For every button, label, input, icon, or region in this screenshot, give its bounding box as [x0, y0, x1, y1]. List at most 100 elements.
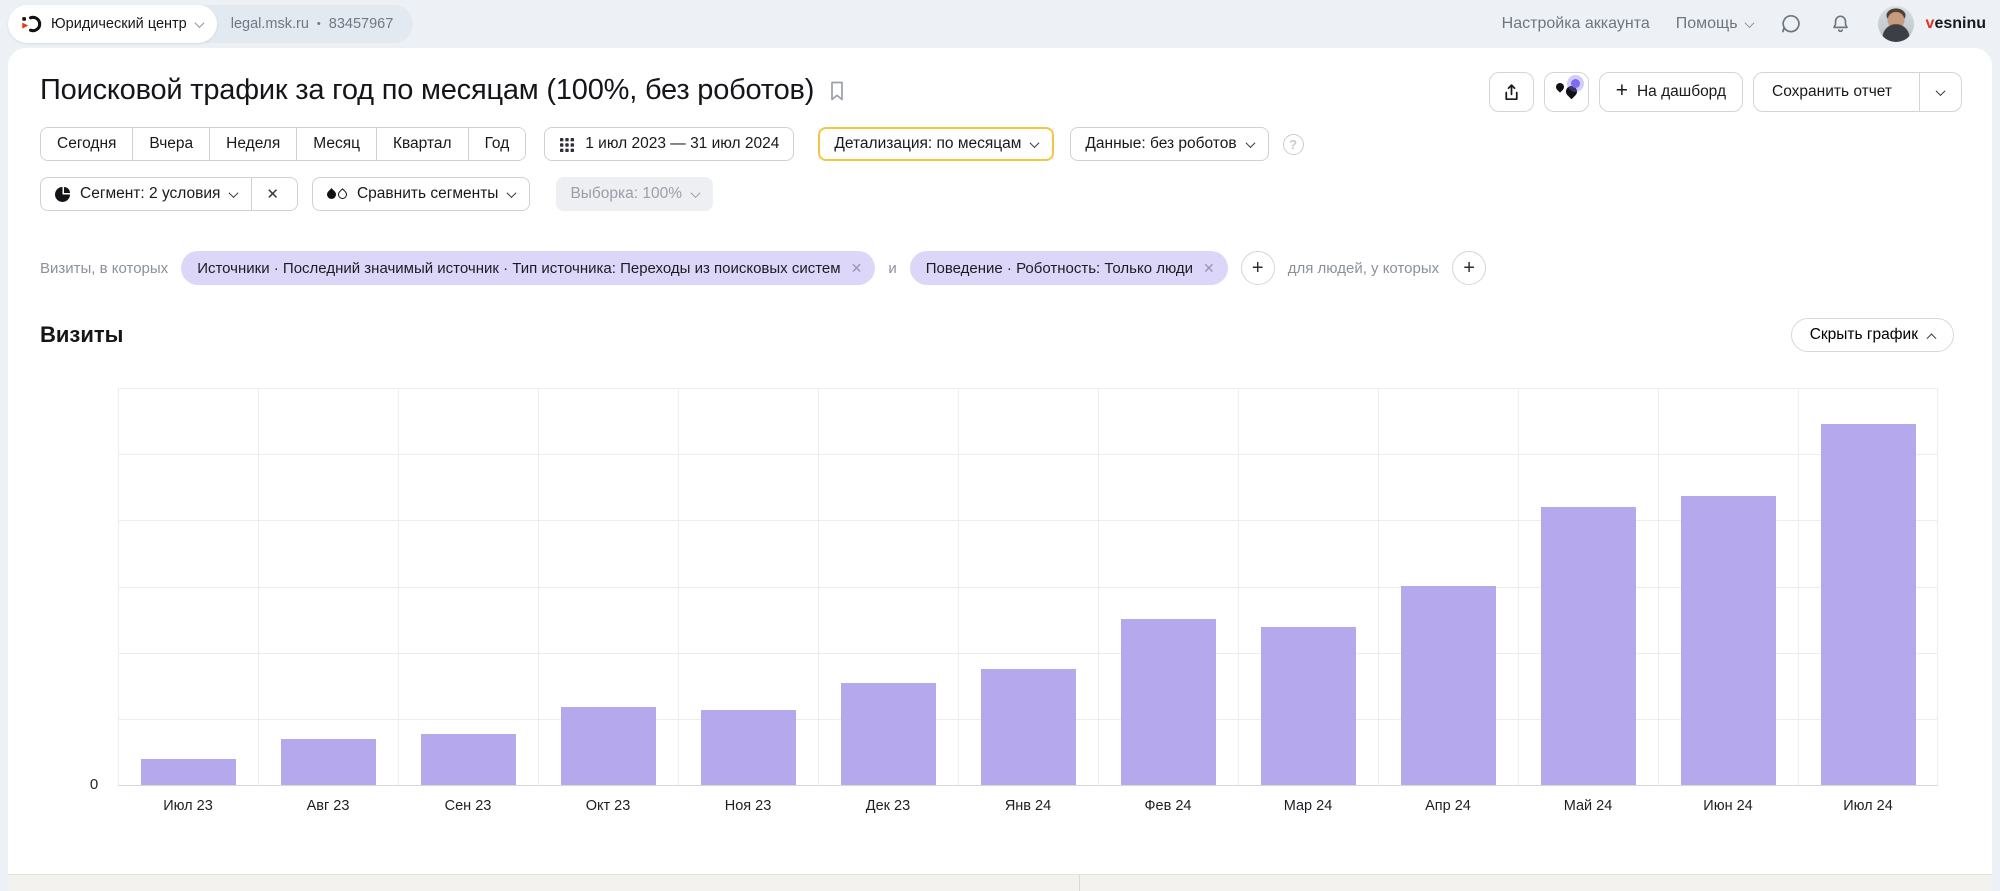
- bar-Май 24[interactable]: [1541, 507, 1636, 785]
- hide-chart-button[interactable]: Скрыть график: [1791, 318, 1954, 352]
- segment-button-group: Сегмент: 2 условия ✕: [40, 177, 298, 211]
- gridline: [1518, 388, 1519, 785]
- period-tab-6[interactable]: Год: [468, 128, 526, 160]
- remove-filter-icon[interactable]: ✕: [851, 260, 863, 277]
- chevron-down-icon: [194, 18, 204, 28]
- gridline: [118, 587, 1938, 588]
- save-report-split-button: Сохранить отчет: [1753, 72, 1962, 112]
- data-accuracy-dropdown[interactable]: Данные: без роботов: [1070, 127, 1268, 161]
- x-tick-label: Апр 24: [1378, 798, 1518, 814]
- bar-Мар 24[interactable]: [1261, 627, 1356, 785]
- date-range-button[interactable]: 1 июл 2023 — 31 июл 2024: [544, 127, 794, 161]
- gridline: [678, 388, 679, 785]
- chat-bubble-icon: [1779, 12, 1803, 36]
- username[interactable]: vesninu: [1926, 15, 1986, 33]
- bell-icon: [1829, 13, 1852, 36]
- bar-Авг 23[interactable]: [281, 739, 376, 785]
- add-people-condition-button[interactable]: +: [1452, 251, 1486, 285]
- period-tab-5[interactable]: Квартал: [376, 128, 468, 160]
- bar-Июл 24[interactable]: [1821, 424, 1916, 785]
- remove-filter-icon[interactable]: ✕: [1203, 260, 1215, 277]
- sampling-dropdown[interactable]: Выборка: 100%: [556, 177, 713, 211]
- chevron-down-icon: [691, 188, 701, 198]
- gridline: [118, 653, 1938, 654]
- ai-assistant-button[interactable]: [1544, 72, 1589, 112]
- bar-Окт 23[interactable]: [561, 707, 656, 785]
- add-visit-condition-button[interactable]: +: [1241, 251, 1275, 285]
- bar-Сен 23[interactable]: [421, 734, 516, 785]
- gridline: [398, 388, 399, 785]
- report-card: Поисковой трафик за год по месяцам (100%…: [8, 48, 1992, 891]
- segment-controls-row: Сегмент: 2 условия ✕ Сравнить сегменты В…: [40, 177, 1962, 211]
- x-tick-label: Июн 24: [1658, 798, 1798, 814]
- share-export-icon: [1501, 82, 1522, 103]
- user-avatar[interactable]: [1878, 6, 1914, 42]
- counter-meta: legal.msk.ru • 83457967: [217, 16, 414, 32]
- bar-Фев 24[interactable]: [1121, 619, 1216, 785]
- counter-domain: legal.msk.ru: [231, 16, 309, 32]
- segment-pie-icon: [55, 187, 70, 202]
- x-tick-label: Сен 23: [398, 798, 538, 814]
- people-condition-label: для людей, у которых: [1288, 260, 1439, 277]
- x-tick-label: Ноя 23: [678, 798, 818, 814]
- filter-chip-behavior[interactable]: Поведение · Роботность: Только люди ✕: [910, 251, 1228, 285]
- gridline: [1098, 388, 1099, 785]
- next-section-edge: [8, 874, 1992, 891]
- x-tick-label: Янв 24: [958, 798, 1098, 814]
- segment-dropdown[interactable]: Сегмент: 2 условия: [80, 185, 220, 203]
- chevron-down-icon: [1245, 138, 1255, 148]
- drops-icon: [327, 190, 347, 199]
- x-tick-label: Авг 23: [258, 798, 398, 814]
- and-label: и: [888, 260, 896, 277]
- filter-chip-source[interactable]: Источники · Последний значимый источник …: [181, 251, 875, 285]
- period-tab-3[interactable]: Неделя: [209, 128, 296, 160]
- period-tab-2[interactable]: Вчера: [132, 128, 209, 160]
- gridline: [118, 454, 1938, 455]
- detalization-dropdown[interactable]: Детализация: по месяцам: [818, 127, 1054, 161]
- export-button[interactable]: [1489, 72, 1534, 112]
- topbar: Юридический центр legal.msk.ru • 8345796…: [0, 0, 2000, 48]
- notifications-button[interactable]: [1829, 13, 1852, 36]
- bar-Дек 23[interactable]: [841, 683, 936, 785]
- save-report-button[interactable]: Сохранить отчет: [1754, 73, 1910, 111]
- ai-badge-dot: [1571, 79, 1580, 88]
- dot-separator: •: [317, 18, 321, 30]
- divider: [251, 178, 252, 210]
- compare-segments-button[interactable]: Сравнить сегменты: [312, 177, 530, 211]
- counter-select[interactable]: Юридический центр: [8, 5, 217, 43]
- chat-button[interactable]: [1779, 12, 1803, 36]
- gridline: [1378, 388, 1379, 785]
- visits-bar-chart: 0 Июл 23Авг 23Сен 23Окт 23Ноя 23Дек 23Ян…: [8, 388, 1992, 828]
- help-menu[interactable]: Помощь: [1676, 15, 1753, 33]
- page-title: Поисковой трафик за год по месяцам (100%…: [40, 74, 848, 107]
- gridline: [258, 388, 259, 785]
- bar-Ноя 23[interactable]: [701, 710, 796, 785]
- chevron-down-icon: [507, 188, 517, 198]
- gridline: [1798, 388, 1799, 785]
- bar-Апр 24[interactable]: [1401, 586, 1496, 785]
- chevron-up-icon: [1927, 333, 1937, 343]
- gridline: [818, 388, 819, 785]
- add-to-dashboard-button[interactable]: + На дашборд: [1599, 72, 1743, 112]
- gridline: [1937, 388, 1938, 785]
- help-icon[interactable]: ?: [1283, 134, 1304, 155]
- chevron-down-icon: [1030, 138, 1040, 148]
- bar-Янв 24[interactable]: [981, 669, 1076, 785]
- counter-id: 83457967: [329, 16, 394, 32]
- chevron-down-icon: [1744, 18, 1754, 28]
- gridline: [118, 388, 1938, 389]
- segment-clear-button[interactable]: ✕: [262, 185, 283, 203]
- chart-section-header: Визиты Скрыть график: [40, 318, 1954, 352]
- calendar-grid-icon: [559, 136, 575, 152]
- account-settings-link[interactable]: Настройка аккаунта: [1502, 15, 1650, 33]
- period-controls-row: СегодняВчераНеделяМесяцКварталГод 1 июл …: [40, 127, 1962, 161]
- save-report-dropdown[interactable]: [1919, 73, 1961, 111]
- bar-Июл 23[interactable]: [141, 759, 236, 785]
- bar-Июн 24[interactable]: [1681, 496, 1776, 785]
- period-tab-1[interactable]: Сегодня: [41, 128, 132, 160]
- gridline: [118, 388, 119, 785]
- bookmark-icon[interactable]: [826, 79, 848, 103]
- x-tick-label: Фев 24: [1098, 798, 1238, 814]
- period-tab-4[interactable]: Месяц: [296, 128, 376, 160]
- x-tick-label: Июл 24: [1798, 798, 1938, 814]
